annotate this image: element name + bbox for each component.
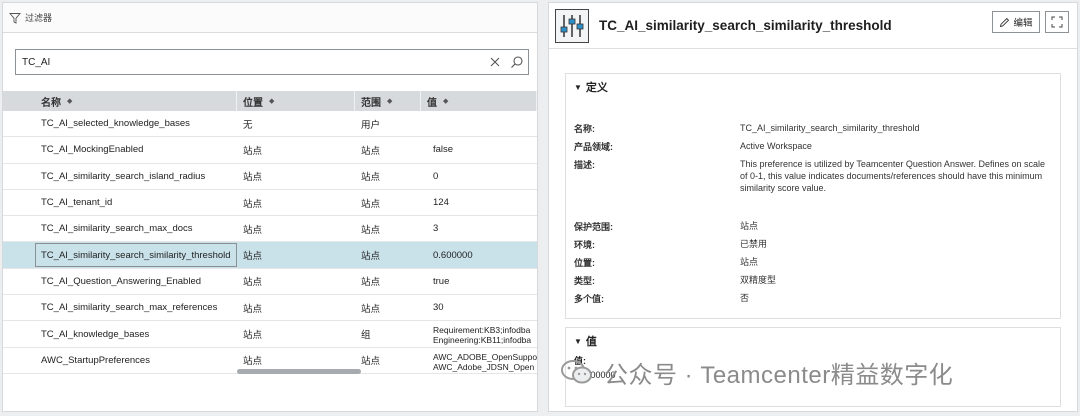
preference-detail-panel: TC_AI_similarity_search_similarity_thres… (548, 2, 1078, 412)
collapse-triangle-icon: ▼ (574, 82, 582, 92)
column-header-value[interactable]: 值 ◆ (421, 91, 537, 111)
search-icon[interactable] (506, 51, 528, 73)
prop-environment: 环境: 已禁用 (574, 239, 768, 250)
pencil-icon (1000, 17, 1010, 27)
selected-cell: TC_AI_similarity_search_similarity_thres… (35, 243, 237, 268)
horizontal-scrollbar[interactable] (5, 369, 537, 375)
value-section-header[interactable]: ▼ 值 (566, 328, 1060, 354)
sort-icon: ◆ (387, 98, 393, 105)
watermark: 公众号 · Teamcenter精益数字化 (560, 354, 953, 390)
edit-button[interactable]: 编辑 (992, 11, 1040, 33)
filter-bar[interactable]: 过滤器 (3, 3, 537, 33)
watermark-text: 公众号 · Teamcenter精益数字化 (604, 361, 954, 389)
table-row[interactable]: TC_AI_MockingEnabled 站点 站点 false (3, 137, 537, 164)
column-header-location[interactable]: 位置 ◆ (237, 91, 355, 111)
definition-section-header[interactable]: ▼ 定义 (566, 74, 1060, 100)
search-box (15, 49, 529, 75)
sort-icon: ◆ (443, 98, 449, 105)
table-row-selected[interactable]: TC_AI_similarity_search_similarity_thres… (3, 242, 537, 269)
table-row[interactable]: TC_AI_Question_Answering_Enabled 站点 站点 t… (3, 269, 537, 296)
preferences-table: 名称 ◆ 位置 ◆ 范围 ◆ 值 ◆ TC_AI_selected_knowledge_… (3, 91, 537, 374)
sort-icon: ◆ (67, 98, 73, 105)
scrollbar-thumb[interactable] (237, 369, 361, 374)
preferences-icon (555, 8, 589, 43)
clear-icon[interactable] (484, 51, 506, 73)
prop-multi-value: 多个值: 否 (574, 293, 750, 304)
expand-icon (1051, 16, 1063, 28)
table-row[interactable]: TC_AI_similarity_search_max_docs 站点 站点 3 (3, 216, 537, 243)
prop-product-area: 产品领域: Active Workspace (574, 141, 812, 152)
table-row[interactable]: TC_AI_tenant_id 站点 站点 124 (3, 190, 537, 217)
prop-protection-scope: 保护范围: 站点 (574, 221, 759, 232)
table-row[interactable]: TC_AI_similarity_search_max_references 站… (3, 295, 537, 322)
fullscreen-button[interactable] (1045, 11, 1069, 33)
prop-location: 位置: 站点 (574, 257, 759, 268)
prop-description: 描述: This preference is utilized by Teamc… (574, 159, 1045, 193)
table-row[interactable]: TC_AI_selected_knowledge_bases 无 用户 (3, 111, 537, 138)
prop-type: 类型: 双精度型 (574, 275, 777, 286)
detail-title: TC_AI_similarity_search_similarity_thres… (599, 18, 892, 33)
filter-label: 过滤器 (25, 13, 53, 23)
wechat-logo-icon (561, 360, 592, 384)
column-header-scope[interactable]: 范围 ◆ (355, 91, 421, 111)
definition-section: ▼ 定义 名称: TC_AI_similarity_search_similar… (565, 73, 1061, 319)
filter-icon (9, 12, 21, 24)
table-header: 名称 ◆ 位置 ◆ 范围 ◆ 值 ◆ (3, 91, 537, 111)
column-header-name[interactable]: 名称 ◆ (3, 91, 237, 111)
search-input[interactable] (16, 50, 484, 74)
table-row[interactable]: TC_AI_similarity_search_island_radius 站点… (3, 164, 537, 190)
collapse-triangle-icon: ▼ (574, 336, 582, 346)
preferences-list-panel: 过滤器 名称◆ 位置◆ 范围◆ 值◆ TC_AI_selected_knowle… (2, 2, 538, 412)
table-row[interactable]: TC_AI_knowledge_bases 站点 组 Requirement:K… (3, 321, 537, 348)
prop-name: 名称: TC_AI_similarity_search_similarity_t… (574, 123, 920, 134)
sort-icon: ◆ (269, 98, 275, 105)
